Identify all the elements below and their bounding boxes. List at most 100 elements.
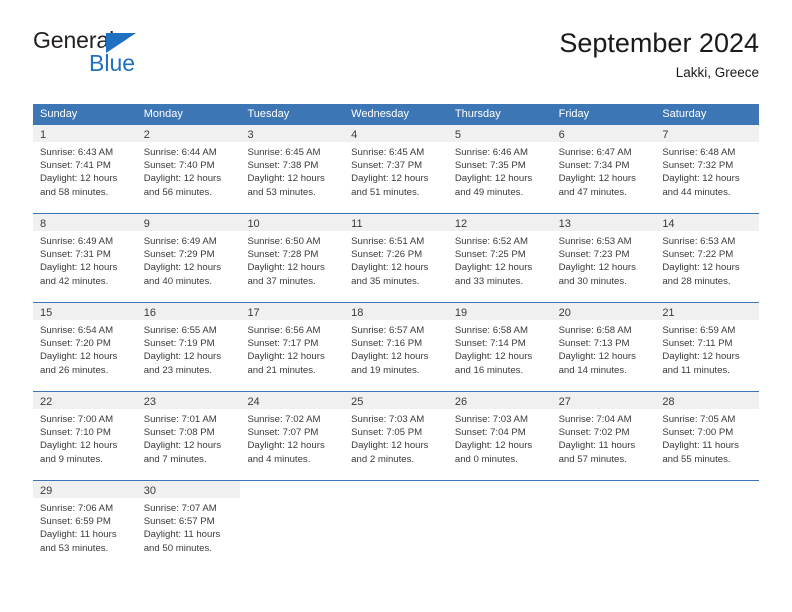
day-cell[interactable]: 30 Sunrise: 7:07 AM Sunset: 6:57 PM Dayl…: [136, 481, 241, 569]
weekday-header-wednesday: Wednesday: [351, 108, 410, 120]
sunrise-text: Sunrise: 7:04 AM: [558, 414, 632, 425]
sunrise-text: Sunrise: 6:52 AM: [454, 236, 528, 247]
day-cell-empty: [551, 481, 656, 569]
sunrise-text: Sunrise: 6:46 AM: [454, 147, 528, 158]
sunrise-text: Sunrise: 6:50 AM: [247, 236, 321, 247]
sunrise-text: Sunrise: 6:45 AM: [351, 147, 425, 158]
day-cell[interactable]: 21 Sunrise: 6:59 AM Sunset: 7:11 PM Dayl…: [655, 303, 760, 391]
date-band: 19: [447, 303, 552, 320]
day-cell[interactable]: 28 Sunrise: 7:05 AM Sunset: 7:00 PM Dayl…: [655, 392, 760, 480]
page-subtitle-location: Lakki, Greece: [675, 65, 759, 80]
day-cell[interactable]: 24 Sunrise: 7:02 AM Sunset: 7:07 PM Dayl…: [240, 392, 345, 480]
date-number: 19: [454, 307, 468, 319]
date-number: 8: [40, 218, 47, 230]
daylight-text-line2: and 30 minutes.: [558, 275, 627, 287]
day-info: Sunrise: 6:53 AM Sunset: 7:23 PM Dayligh…: [552, 231, 656, 288]
day-cell[interactable]: 2 Sunrise: 6:44 AM Sunset: 7:40 PM Dayli…: [136, 125, 241, 213]
day-cell[interactable]: 18 Sunrise: 6:57 AM Sunset: 7:16 PM Dayl…: [344, 303, 448, 391]
day-cell[interactable]: 7 Sunrise: 6:48 AM Sunset: 7:32 PM Dayli…: [655, 125, 760, 213]
sunset-text: Sunset: 7:32 PM: [662, 160, 734, 172]
sunset-text: Sunset: 7:16 PM: [351, 338, 423, 350]
daylight-text-line2: and 21 minutes.: [247, 364, 316, 376]
day-cell[interactable]: 11 Sunrise: 6:51 AM Sunset: 7:26 PM Dayl…: [344, 214, 448, 302]
day-cell[interactable]: 3 Sunrise: 6:45 AM Sunset: 7:38 PM Dayli…: [240, 125, 345, 213]
day-cell[interactable]: 1 Sunrise: 6:43 AM Sunset: 7:41 PM Dayli…: [33, 125, 137, 213]
day-cell[interactable]: 20 Sunrise: 6:58 AM Sunset: 7:13 PM Dayl…: [551, 303, 656, 391]
sunrise-text: Sunrise: 7:06 AM: [40, 503, 114, 514]
daylight-text-line1: Daylight: 12 hours: [40, 173, 118, 185]
day-cell[interactable]: 16 Sunrise: 6:55 AM Sunset: 7:19 PM Dayl…: [136, 303, 241, 391]
sunset-text: Sunset: 7:23 PM: [558, 249, 630, 261]
date-band: [344, 481, 448, 498]
daylight-text-line2: and 26 minutes.: [40, 364, 109, 376]
day-info: Sunrise: 6:46 AM Sunset: 7:35 PM Dayligh…: [448, 142, 552, 199]
sunrise-text: Sunrise: 7:00 AM: [40, 414, 114, 425]
day-cell[interactable]: 19 Sunrise: 6:58 AM Sunset: 7:14 PM Dayl…: [447, 303, 552, 391]
day-info: Sunrise: 7:03 AM Sunset: 7:04 PM Dayligh…: [448, 409, 552, 466]
day-cell[interactable]: 5 Sunrise: 6:46 AM Sunset: 7:35 PM Dayli…: [447, 125, 552, 213]
day-cell[interactable]: 10 Sunrise: 6:50 AM Sunset: 7:28 PM Dayl…: [240, 214, 345, 302]
date-band: [448, 481, 552, 498]
sunrise-text: Sunrise: 6:54 AM: [40, 325, 114, 336]
day-cell[interactable]: 14 Sunrise: 6:53 AM Sunset: 7:22 PM Dayl…: [655, 214, 760, 302]
day-cell[interactable]: 25 Sunrise: 7:03 AM Sunset: 7:05 PM Dayl…: [344, 392, 448, 480]
date-band: 18: [344, 303, 448, 320]
day-cell[interactable]: 15 Sunrise: 6:54 AM Sunset: 7:20 PM Dayl…: [33, 303, 137, 391]
daylight-text-line2: and 57 minutes.: [558, 453, 627, 465]
day-cell[interactable]: 26 Sunrise: 7:03 AM Sunset: 7:04 PM Dayl…: [447, 392, 552, 480]
general-blue-logo[interactable]: General Blue: [33, 26, 233, 82]
date-number: 25: [351, 396, 364, 408]
day-cell[interactable]: 17 Sunrise: 6:56 AM Sunset: 7:17 PM Dayl…: [240, 303, 345, 391]
sunrise-text: Sunrise: 7:05 AM: [662, 414, 736, 425]
logo-word-blue: Blue: [89, 50, 136, 76]
sunset-text: Sunset: 7:38 PM: [247, 160, 319, 172]
date-band: 20: [551, 303, 656, 320]
date-number: 20: [558, 307, 571, 319]
date-band: 4: [344, 125, 448, 142]
date-number: 3: [247, 129, 254, 141]
day-info: Sunrise: 6:54 AM Sunset: 7:20 PM Dayligh…: [33, 320, 137, 377]
date-number: 4: [351, 129, 358, 141]
date-number: 22: [40, 396, 53, 408]
day-info: Sunrise: 6:59 AM Sunset: 7:11 PM Dayligh…: [655, 320, 759, 377]
daylight-text-line2: and 11 minutes.: [662, 364, 730, 376]
daylight-text-line1: Daylight: 12 hours: [454, 173, 533, 185]
daylight-text-line1: Daylight: 12 hours: [143, 440, 222, 452]
date-band: 17: [240, 303, 345, 320]
sunrise-text: Sunrise: 7:03 AM: [351, 414, 425, 425]
day-info: Sunrise: 6:58 AM Sunset: 7:13 PM Dayligh…: [552, 320, 656, 377]
date-band: 13: [551, 214, 656, 231]
date-number: 18: [351, 307, 364, 319]
day-cell[interactable]: 13 Sunrise: 6:53 AM Sunset: 7:23 PM Dayl…: [551, 214, 656, 302]
sunset-text: Sunset: 7:20 PM: [40, 338, 111, 350]
day-cell[interactable]: 29 Sunrise: 7:06 AM Sunset: 6:59 PM Dayl…: [33, 481, 137, 569]
sunset-text: Sunset: 7:26 PM: [351, 249, 423, 261]
day-cell[interactable]: 23 Sunrise: 7:01 AM Sunset: 7:08 PM Dayl…: [136, 392, 241, 480]
daylight-text-line2: and 14 minutes.: [558, 364, 627, 376]
date-number: 26: [454, 396, 468, 408]
date-number: 7: [662, 129, 669, 141]
sunrise-text: Sunrise: 6:56 AM: [247, 325, 321, 336]
day-info: Sunrise: 6:49 AM Sunset: 7:29 PM Dayligh…: [137, 231, 241, 288]
day-cell[interactable]: 22 Sunrise: 7:00 AM Sunset: 7:10 PM Dayl…: [33, 392, 137, 480]
day-cell[interactable]: 9 Sunrise: 6:49 AM Sunset: 7:29 PM Dayli…: [136, 214, 241, 302]
daylight-text-line2: and 28 minutes.: [662, 275, 731, 287]
daylight-text-line1: Daylight: 11 hours: [40, 529, 117, 541]
sunrise-text: Sunrise: 6:45 AM: [247, 147, 321, 158]
sunset-text: Sunset: 7:19 PM: [143, 338, 215, 350]
daylight-text-line2: and 47 minutes.: [558, 186, 627, 198]
day-info: Sunrise: 7:00 AM Sunset: 7:10 PM Dayligh…: [33, 409, 137, 466]
date-number: 2: [143, 129, 150, 141]
day-cell[interactable]: 8 Sunrise: 6:49 AM Sunset: 7:31 PM Dayli…: [33, 214, 137, 302]
day-cell[interactable]: 6 Sunrise: 6:47 AM Sunset: 7:34 PM Dayli…: [551, 125, 656, 213]
date-band: 25: [344, 392, 448, 409]
day-cell[interactable]: 4 Sunrise: 6:45 AM Sunset: 7:37 PM Dayli…: [344, 125, 448, 213]
daylight-text-line1: Daylight: 12 hours: [662, 262, 740, 274]
sunset-text: Sunset: 7:14 PM: [454, 338, 526, 350]
day-cell[interactable]: 12 Sunrise: 6:52 AM Sunset: 7:25 PM Dayl…: [447, 214, 552, 302]
sunset-text: Sunset: 7:25 PM: [454, 249, 526, 261]
daylight-text-line2: and 0 minutes.: [454, 453, 518, 465]
sunrise-text: Sunrise: 6:53 AM: [662, 236, 736, 247]
day-cell[interactable]: 27 Sunrise: 7:04 AM Sunset: 7:02 PM Dayl…: [551, 392, 656, 480]
date-band: 1: [33, 125, 137, 142]
